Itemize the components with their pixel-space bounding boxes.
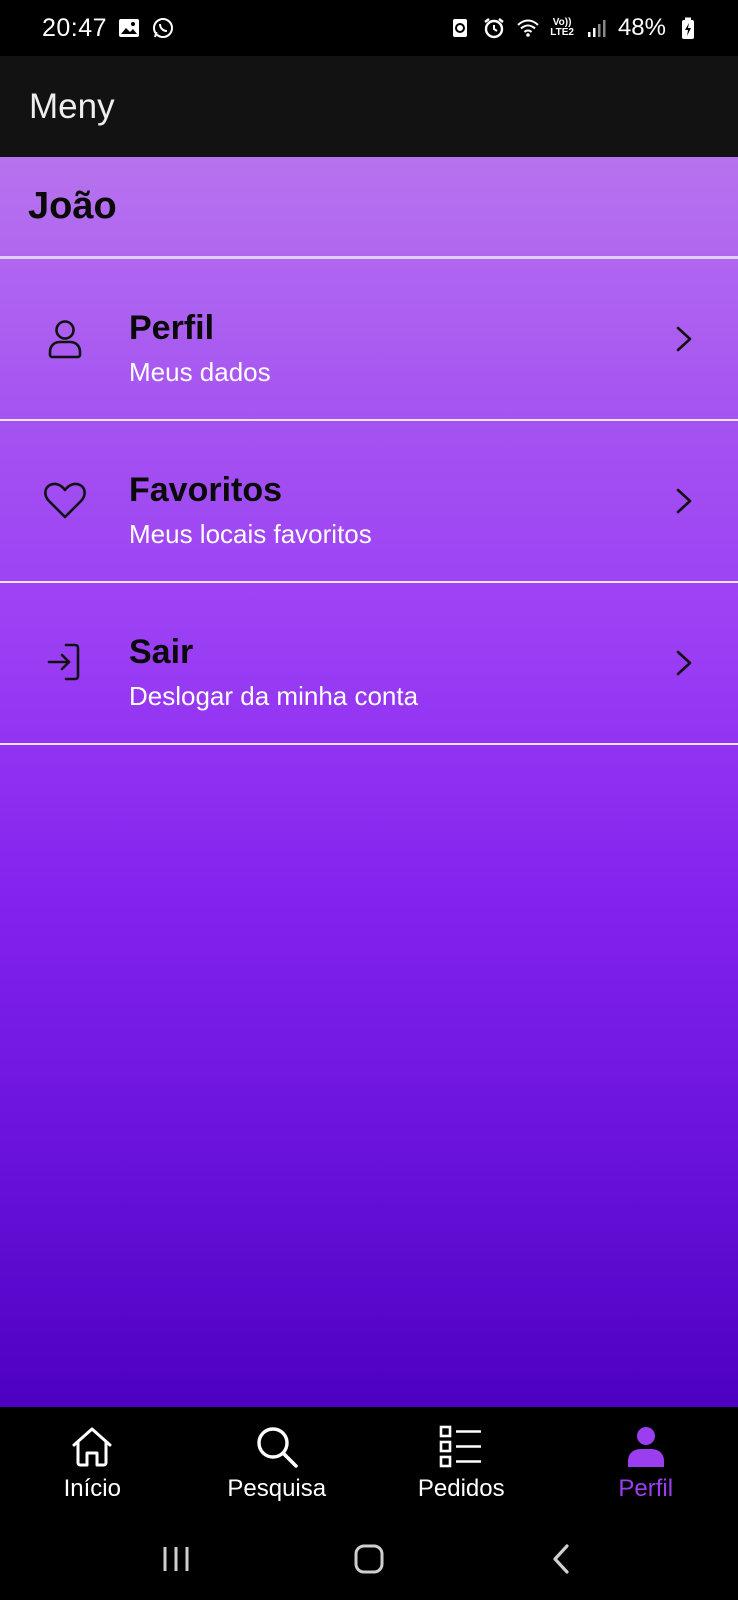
status-bar: 20:47 Vo)) LTE2 48% bbox=[0, 0, 738, 56]
volte-icon: Vo)) LTE2 bbox=[550, 18, 574, 38]
screen: 20:47 Vo)) LTE2 48% Meny João Perfil Meu… bbox=[0, 0, 738, 1600]
gallery-icon bbox=[117, 16, 141, 40]
tab-label: Perfil bbox=[618, 1475, 674, 1502]
battery-percentage: 48% bbox=[617, 14, 666, 41]
recycle-icon bbox=[448, 16, 472, 40]
status-right: Vo)) LTE2 48% bbox=[448, 14, 700, 42]
chevron-right-icon bbox=[670, 322, 698, 356]
home-icon bbox=[68, 1423, 116, 1471]
bottom-navigation: Início Pesquisa Pedidos Perfil bbox=[0, 1407, 738, 1517]
battery-icon bbox=[676, 16, 700, 40]
menu-item-subtitle: Deslogar da minha conta bbox=[129, 681, 419, 711]
tab-label: Pedidos bbox=[417, 1475, 505, 1502]
menu-item-subtitle: Meus dados bbox=[129, 357, 271, 387]
search-icon bbox=[253, 1423, 301, 1471]
tab-pedidos[interactable]: Pedidos bbox=[369, 1407, 554, 1517]
volte-bottom-label: LTE2 bbox=[550, 27, 574, 38]
menu-item-perfil[interactable]: Perfil Meus dados bbox=[0, 259, 738, 421]
menu-item-title: Favoritos bbox=[129, 471, 283, 509]
whatsapp-icon bbox=[151, 16, 175, 40]
person-filled-icon bbox=[622, 1423, 670, 1471]
tab-pesquisa[interactable]: Pesquisa bbox=[185, 1407, 370, 1517]
status-left: 20:47 bbox=[42, 14, 175, 43]
alarm-icon bbox=[482, 16, 506, 40]
chevron-right-icon bbox=[670, 646, 698, 680]
menu-item-title: Perfil bbox=[129, 309, 215, 347]
app-bar: Meny bbox=[0, 56, 738, 157]
chevron-right-icon bbox=[670, 484, 698, 518]
signal-icon bbox=[584, 16, 608, 40]
tab-label: Início bbox=[63, 1475, 121, 1502]
menu-content: João Perfil Meus dados Favoritos Meus lo… bbox=[0, 157, 738, 1407]
home-button-icon[interactable] bbox=[349, 1539, 389, 1579]
status-time: 20:47 bbox=[42, 13, 108, 42]
list-icon bbox=[437, 1423, 485, 1471]
user-header: João bbox=[0, 157, 738, 259]
tab-label: Pesquisa bbox=[227, 1475, 327, 1502]
logout-icon bbox=[40, 637, 90, 687]
system-navigation-bar bbox=[0, 1517, 738, 1600]
recent-apps-icon[interactable] bbox=[156, 1539, 196, 1579]
menu-item-subtitle: Meus locais favoritos bbox=[129, 519, 372, 549]
wifi-icon bbox=[516, 16, 540, 40]
user-name: João bbox=[28, 185, 117, 227]
user-icon bbox=[40, 313, 90, 363]
menu-item-title: Sair bbox=[129, 633, 194, 671]
menu-item-sair[interactable]: Sair Deslogar da minha conta bbox=[0, 583, 738, 745]
menu-item-favoritos[interactable]: Favoritos Meus locais favoritos bbox=[0, 421, 738, 583]
tab-inicio[interactable]: Início bbox=[0, 1407, 185, 1517]
heart-icon bbox=[40, 475, 90, 525]
back-icon[interactable] bbox=[542, 1539, 582, 1579]
tab-perfil[interactable]: Perfil bbox=[554, 1407, 738, 1517]
app-title: Meny bbox=[29, 86, 115, 126]
